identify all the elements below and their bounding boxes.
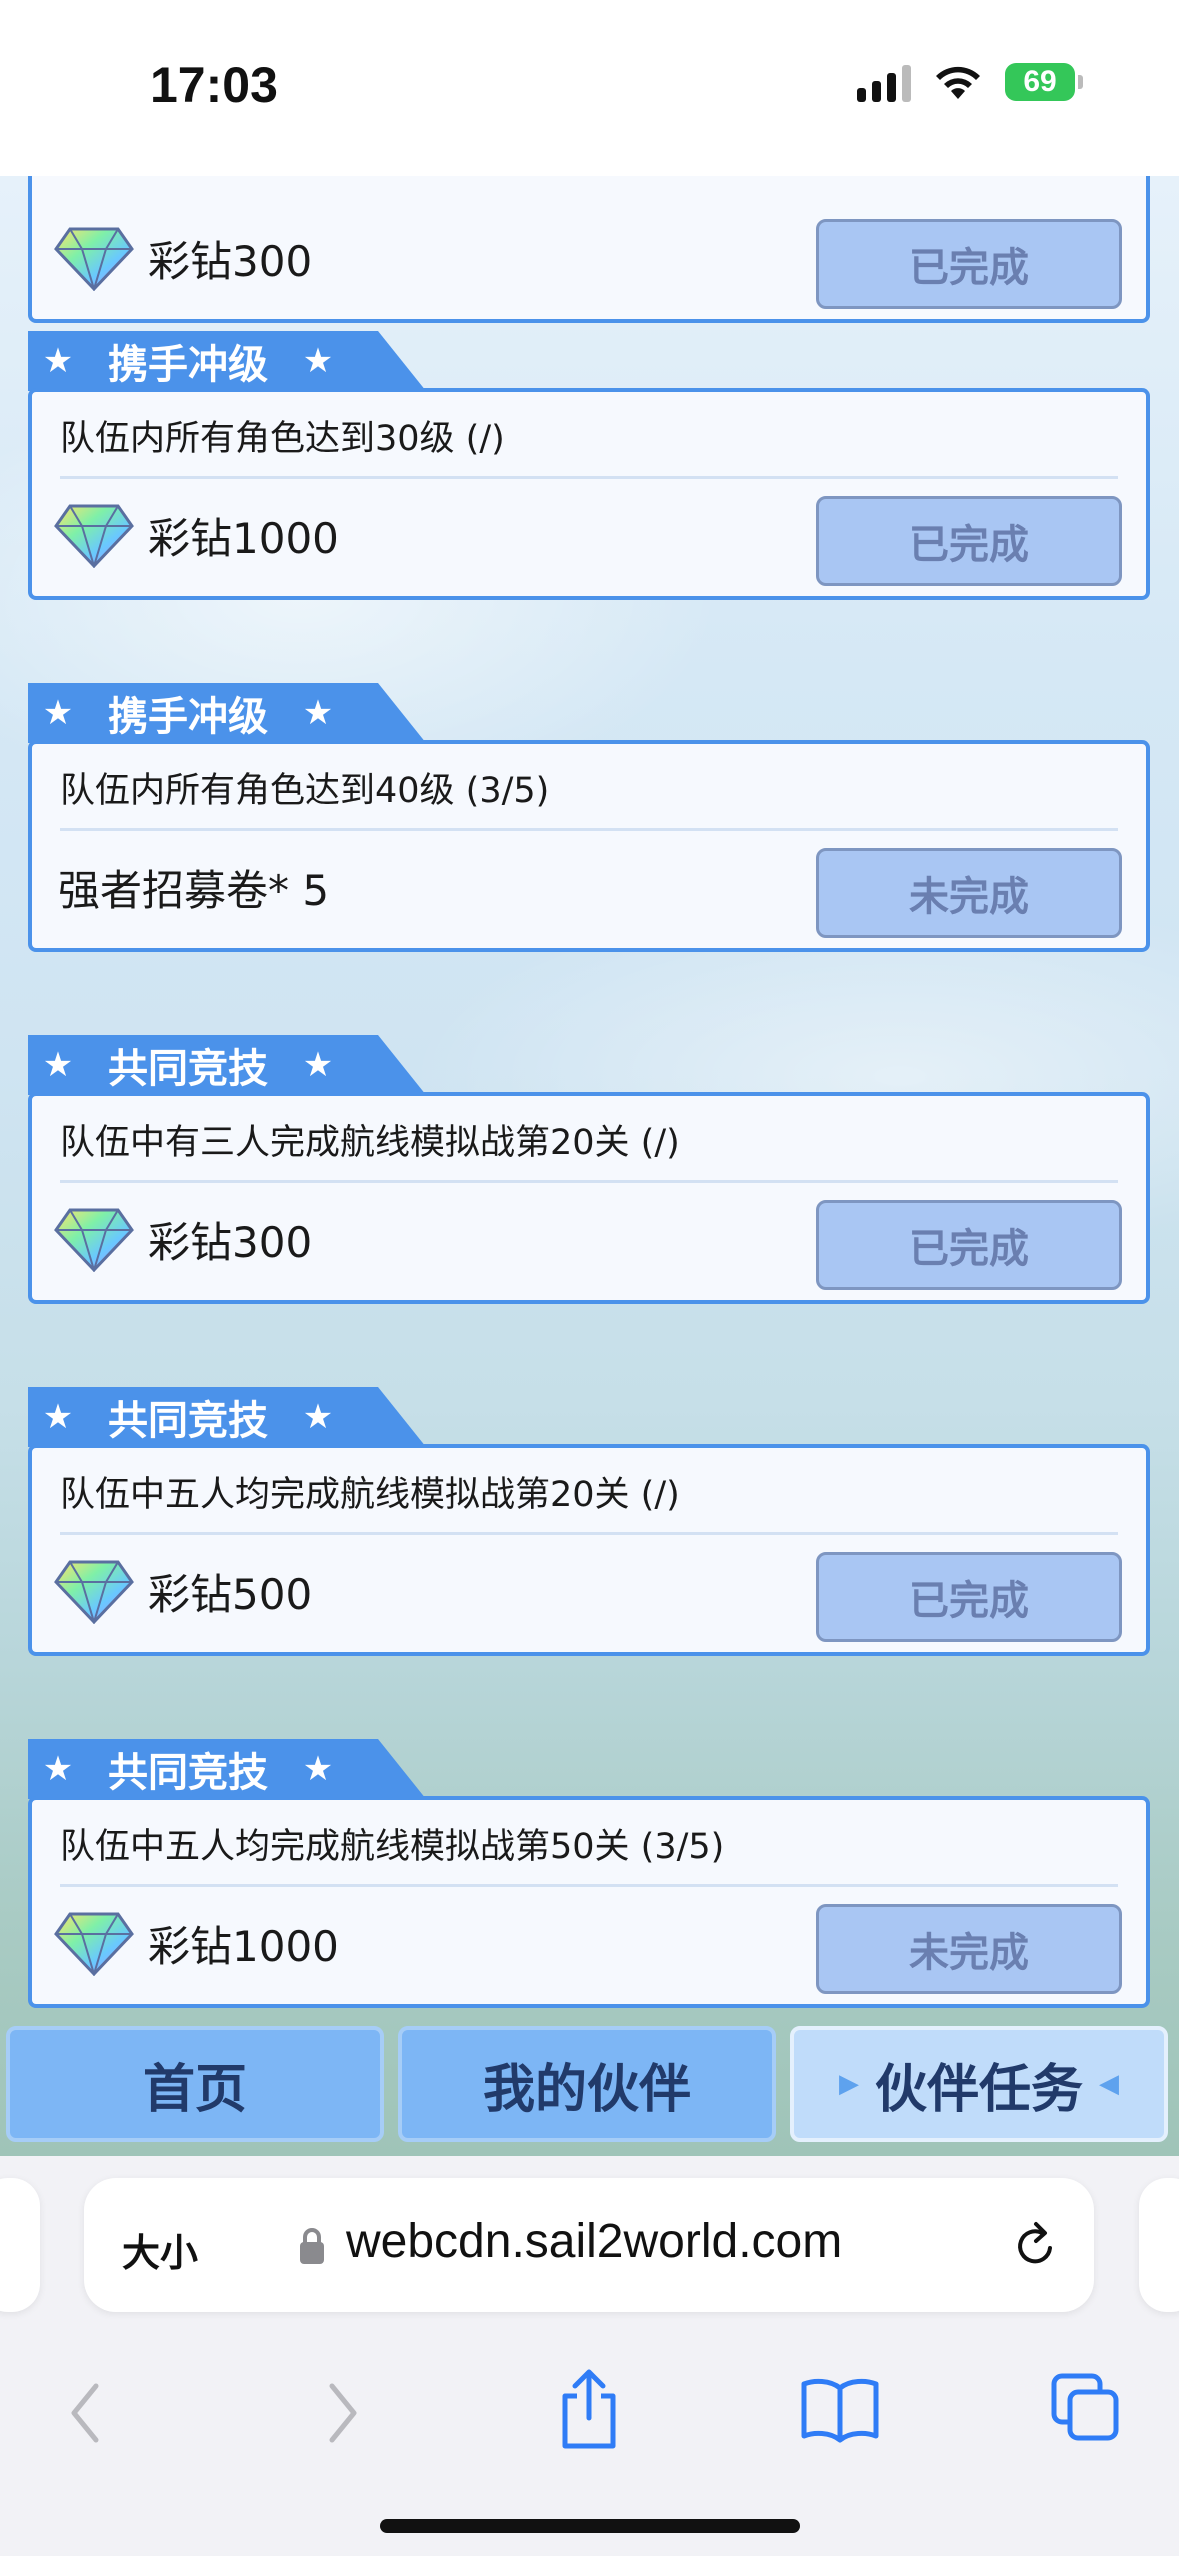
battery-level: 69 (1005, 63, 1075, 101)
task-reward: 彩钻500 (54, 1556, 312, 1626)
star-icon: ★ (42, 1397, 74, 1437)
task-description: 队伍中五人均完成航线模拟战第20关 (/) (60, 1475, 680, 1515)
star-icon: ★ (302, 341, 334, 381)
task-category: 共同竞技 (108, 1398, 268, 1444)
reward-text: 彩钻500 (148, 1569, 313, 1619)
task-card: 队伍内所有角色达到30级 (/) 彩钻1000 已完成 (28, 388, 1150, 600)
wifi-icon (933, 63, 983, 101)
browser-chrome: 大小 webcdn.sail2world.com (0, 2156, 1179, 2556)
star-icon: ★ (302, 1045, 334, 1085)
star-icon: ★ (302, 693, 334, 733)
status-button[interactable]: 已完成 (816, 1552, 1122, 1642)
task-category-tag: ★ 共同竞技 ★ (28, 1035, 426, 1095)
task-category-tag: ★ 携手冲级 ★ (28, 683, 426, 743)
task-category-tag: ★ 共同竞技 ★ (28, 1387, 426, 1447)
forward-icon[interactable] (322, 2378, 362, 2448)
arrow-left-icon: ◀ (1099, 2069, 1119, 2099)
share-icon[interactable] (555, 2366, 623, 2452)
diamond-icon (54, 1912, 134, 1976)
home-indicator (380, 2519, 800, 2533)
task-category: 共同竞技 (108, 1750, 268, 1796)
next-tab-card[interactable] (1139, 2178, 1179, 2312)
task-card: 队伍内所有角色达到40级 (3/5) 强者招募卷* 5 未完成 (28, 740, 1150, 952)
task-card: 彩钻300 已完成 (28, 176, 1150, 323)
task-card: 队伍中五人均完成航线模拟战第20关 (/) 彩钻500 已完成 (28, 1444, 1150, 1656)
task-category: 携手冲级 (108, 342, 268, 388)
divider (60, 1884, 1118, 1887)
star-icon: ★ (302, 1397, 334, 1437)
task-page: 彩钻300 已完成 ★ 携手冲级 ★ 队伍内所有角色达到30级 (/) 彩钻10… (0, 176, 1179, 2156)
star-icon: ★ (42, 1749, 74, 1789)
tabs-icon[interactable] (1050, 2372, 1122, 2444)
divider (60, 476, 1118, 479)
task-reward: 彩钻300 (54, 223, 312, 293)
status-button[interactable]: 未完成 (816, 1904, 1122, 1994)
lock-icon (300, 2228, 324, 2264)
previous-tab-card[interactable] (0, 2178, 40, 2312)
task-card: 队伍中五人均完成航线模拟战第50关 (3/5) 彩钻1000 未完成 (28, 1796, 1150, 2008)
reward-text: 彩钻1000 (148, 1921, 339, 1971)
cellular-signal-icon (857, 62, 911, 102)
status-button[interactable]: 已完成 (816, 496, 1122, 586)
task-description: 队伍内所有角色达到30级 (/) (60, 419, 505, 459)
diamond-icon (54, 1560, 134, 1624)
reward-text: 彩钻1000 (148, 513, 339, 563)
star-icon: ★ (42, 693, 74, 733)
battery-icon: 69 (1005, 63, 1083, 101)
status-button[interactable]: 已完成 (816, 219, 1122, 309)
nav-partners-button[interactable]: 我的伙伴 (398, 2026, 776, 2142)
status-time: 17:03 (150, 57, 278, 113)
task-category-tag: ★ 携手冲级 ★ (28, 331, 426, 391)
diamond-icon (54, 504, 134, 568)
arrow-right-icon: ▶ (838, 2069, 859, 2099)
star-icon: ★ (302, 1749, 334, 1789)
bottom-nav: 首页 我的伙伴 ▶ 伙伴任务 ◀ (0, 2016, 1179, 2156)
reward-text: 彩钻300 (148, 1217, 313, 1267)
text-size-button[interactable]: 大小 (122, 2222, 198, 2277)
divider (60, 1532, 1118, 1535)
task-category-tag: ★ 共同竞技 ★ (28, 1739, 426, 1799)
task-description: 队伍中有三人完成航线模拟战第20关 (/) (60, 1123, 680, 1163)
status-button[interactable]: 已完成 (816, 1200, 1122, 1290)
task-reward: 强者招募卷* 5 (58, 852, 329, 922)
divider (60, 1180, 1118, 1183)
bookmarks-icon[interactable] (800, 2374, 880, 2444)
reload-icon[interactable] (1012, 2218, 1060, 2270)
task-category: 携手冲级 (108, 694, 268, 740)
status-bar: 17:03 69 (0, 0, 1179, 176)
star-icon: ★ (42, 341, 74, 381)
task-reward: 彩钻300 (54, 1204, 312, 1274)
nav-partner-tasks-button[interactable]: ▶ 伙伴任务 ◀ (790, 2026, 1168, 2142)
reward-text: 彩钻300 (148, 236, 313, 286)
nav-home-button[interactable]: 首页 (6, 2026, 384, 2142)
divider (60, 828, 1118, 831)
url-text[interactable]: webcdn.sail2world.com (346, 2214, 842, 2269)
diamond-icon (54, 227, 134, 291)
star-icon: ★ (42, 1045, 74, 1085)
task-description: 队伍中五人均完成航线模拟战第50关 (3/5) (60, 1827, 725, 1867)
status-button[interactable]: 未完成 (816, 848, 1122, 938)
task-description: 队伍内所有角色达到40级 (3/5) (60, 771, 550, 811)
task-category: 共同竞技 (108, 1046, 268, 1092)
nav-partner-tasks-label: 伙伴任务 (874, 2059, 1083, 2120)
status-icons: 69 (857, 62, 1083, 102)
reward-text: 强者招募卷* 5 (58, 865, 330, 915)
address-bar[interactable]: 大小 webcdn.sail2world.com (84, 2178, 1094, 2312)
task-card: 队伍中有三人完成航线模拟战第20关 (/) 彩钻300 已完成 (28, 1092, 1150, 1304)
back-icon[interactable] (66, 2378, 106, 2448)
diamond-icon (54, 1208, 134, 1272)
task-reward: 彩钻1000 (54, 1908, 339, 1978)
task-reward: 彩钻1000 (54, 500, 339, 570)
browser-toolbar (0, 2356, 1179, 2476)
